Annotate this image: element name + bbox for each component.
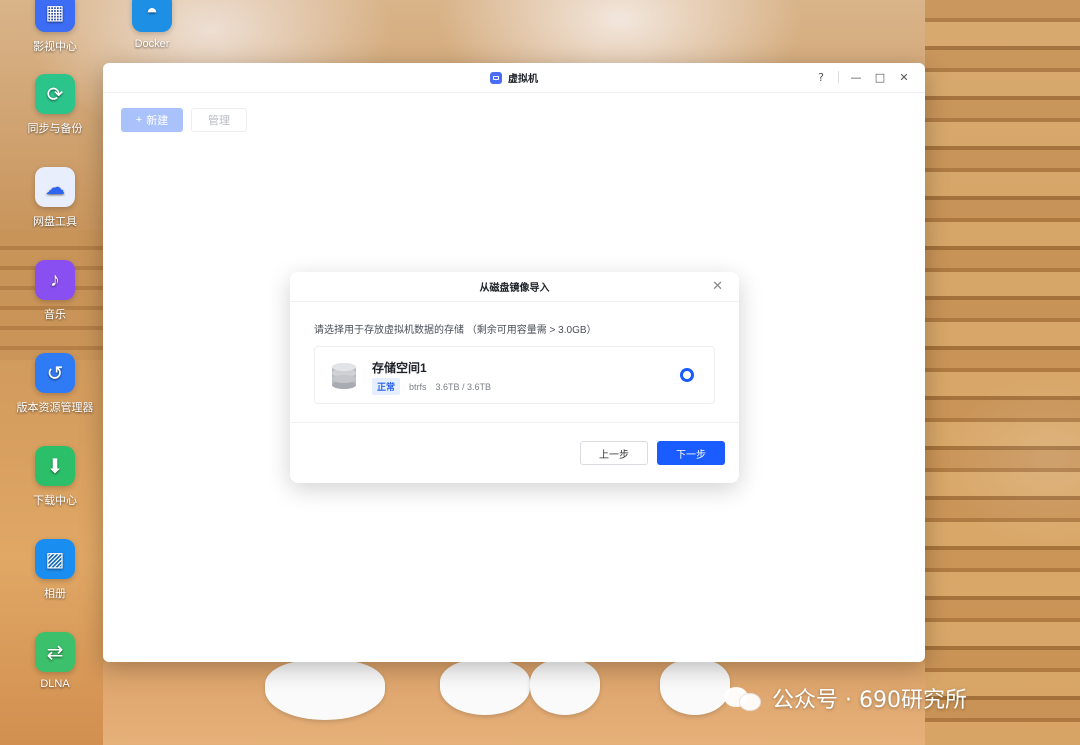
- desktop-icon-docker[interactable]: ◓ Docker: [107, 0, 197, 50]
- manage-button[interactable]: 管理: [191, 108, 247, 132]
- dialog-header: 从磁盘镜像导入 ✕: [290, 272, 739, 302]
- storage-capacity: 3.6TB / 3.6TB: [435, 381, 492, 392]
- database-icon: [332, 363, 356, 389]
- storage-option[interactable]: 存储空间1 正常 btrfs 3.6TB / 3.6TB: [314, 346, 715, 404]
- desktop-icon-dlna[interactable]: ⇄ DLNA: [10, 632, 100, 690]
- plus-icon: +: [135, 114, 143, 126]
- wallpaper-shoe: [265, 660, 385, 720]
- music-icon: ♪: [35, 260, 75, 300]
- film-icon: ▦: [35, 0, 75, 32]
- dialog-divider: [290, 422, 739, 423]
- new-button[interactable]: + 新建: [121, 108, 183, 132]
- desktop-icon-download[interactable]: ⬇ 下载中心: [10, 446, 100, 508]
- storage-radio[interactable]: [680, 368, 694, 382]
- new-button-label: 新建: [146, 115, 169, 127]
- desktop-icon-photo[interactable]: ▨ 相册: [10, 539, 100, 601]
- storage-hint: 请选择用于存放虚拟机数据的存储 （剩余可用容量需 > 3.0GB）: [314, 325, 597, 336]
- help-icon[interactable]: ?: [814, 70, 828, 84]
- desktop-icon-version[interactable]: ↺ 版本资源管理器: [10, 353, 100, 415]
- watermark-text: 公众号 · 690研究所: [772, 688, 967, 713]
- prev-step-button[interactable]: 上一步: [580, 441, 648, 465]
- desktop-icon-music[interactable]: ♪ 音乐: [10, 260, 100, 322]
- docker-icon: ◓: [132, 0, 172, 32]
- window-title: 虚拟机: [508, 74, 538, 85]
- window-toolbar: + 新建 管理: [121, 108, 247, 132]
- desktop-icon-cloud-drive[interactable]: ☁ 网盘工具: [10, 167, 100, 229]
- wechat-icon: [724, 683, 764, 713]
- wallpaper-wood-right: [925, 0, 1080, 745]
- version-icon: ↺: [35, 353, 75, 393]
- desktop-icon-film[interactable]: ▦ 影视中心: [10, 0, 100, 54]
- photo-icon: ▨: [35, 539, 75, 579]
- storage-filesystem: btrfs: [409, 381, 427, 392]
- close-icon[interactable]: ✕: [897, 70, 911, 84]
- desktop-icon-sync[interactable]: ⟳ 同步与备份: [10, 74, 100, 136]
- dlna-icon: ⇄: [35, 632, 75, 672]
- dialog-close-icon[interactable]: ✕: [712, 279, 723, 294]
- titlebar-divider: [838, 71, 839, 83]
- wallpaper-shoe: [530, 660, 600, 715]
- import-disk-image-dialog: 从磁盘镜像导入 ✕ 请选择用于存放虚拟机数据的存储 （剩余可用容量需 > 3.0…: [290, 272, 739, 483]
- sync-icon: ⟳: [35, 74, 75, 114]
- wallpaper-shoe: [440, 660, 530, 715]
- next-step-button[interactable]: 下一步: [657, 441, 725, 465]
- cloud-drive-icon: ☁: [35, 167, 75, 207]
- window-titlebar[interactable]: 虚拟机 ? — □ ✕: [103, 63, 925, 93]
- manage-button-label: 管理: [208, 115, 230, 127]
- maximize-icon[interactable]: □: [873, 70, 887, 84]
- vm-app-icon: [490, 71, 502, 84]
- dialog-title: 从磁盘镜像导入: [479, 283, 550, 294]
- status-badge: 正常: [372, 378, 401, 395]
- minimize-icon[interactable]: —: [849, 70, 863, 84]
- storage-name: 存储空间1: [372, 361, 427, 375]
- wallpaper-shoe: [660, 660, 730, 715]
- watermark: 公众号 · 690研究所: [724, 682, 967, 714]
- download-icon: ⬇: [35, 446, 75, 486]
